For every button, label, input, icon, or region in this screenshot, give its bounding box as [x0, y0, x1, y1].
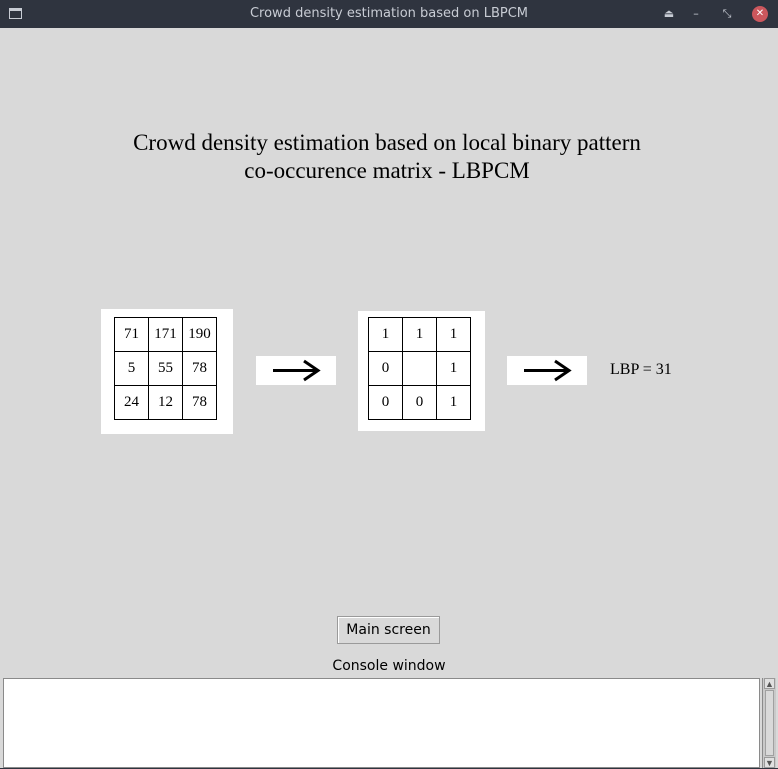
- grid-cell: 71: [114, 317, 149, 352]
- grid-cell: [402, 351, 437, 386]
- title-bar[interactable]: Crowd density estimation based on LBPCM …: [0, 0, 778, 28]
- grid-cell: 0: [368, 385, 403, 420]
- main-content: Crowd density estimation based on local …: [2, 28, 776, 768]
- input-pixel-grid: 71 171 190 5 55 78 24 12 78: [114, 317, 217, 420]
- console-textarea[interactable]: [3, 678, 760, 768]
- grid-cell: 55: [148, 351, 183, 386]
- right-arrow-icon: [273, 359, 321, 382]
- page-title-line-2: co-occurence matrix - LBPCM: [244, 158, 530, 183]
- grid-cell: 1: [402, 317, 437, 352]
- input-grid-panel: 71 171 190 5 55 78 24 12 78: [101, 309, 233, 434]
- binary-grid-panel: 1 1 1 0 1 0 0 1: [358, 311, 485, 431]
- scroll-down-icon[interactable]: ▼: [764, 757, 775, 768]
- grid-cell: 171: [148, 317, 183, 352]
- binary-pattern-grid: 1 1 1 0 1 0 0 1: [368, 317, 471, 420]
- lbp-result-label: LBP = 31: [610, 361, 672, 378]
- grid-cell: 1: [436, 351, 471, 386]
- page-title-line-1: Crowd density estimation based on local …: [133, 130, 641, 155]
- app-window: Crowd density estimation based on LBPCM …: [0, 0, 778, 768]
- scrollbar-thumb[interactable]: [765, 690, 774, 756]
- close-icon[interactable]: ✕: [752, 6, 768, 22]
- grid-cell: 12: [148, 385, 183, 420]
- arrow-panel-1: [256, 356, 336, 385]
- console-label: Console window: [332, 658, 446, 674]
- scroll-up-icon[interactable]: ▲: [764, 678, 775, 689]
- grid-cell: 1: [368, 317, 403, 352]
- grid-cell: 0: [402, 385, 437, 420]
- grid-cell: 78: [182, 385, 217, 420]
- grid-cell: 1: [436, 385, 471, 420]
- maximize-icon[interactable]: ⤡: [719, 6, 735, 22]
- grid-cell: 5: [114, 351, 149, 386]
- shade-icon[interactable]: ⏏: [661, 6, 677, 22]
- right-arrow-icon: [524, 359, 572, 382]
- minimize-icon[interactable]: –: [688, 6, 704, 22]
- main-screen-button[interactable]: Main screen: [337, 616, 440, 644]
- console-scrollbar[interactable]: ▲ ▼: [762, 678, 776, 768]
- arrow-panel-2: [507, 356, 587, 385]
- grid-cell: 0: [368, 351, 403, 386]
- grid-cell: 24: [114, 385, 149, 420]
- page-title: Crowd density estimation based on local …: [2, 129, 772, 185]
- grid-cell: 78: [182, 351, 217, 386]
- grid-cell: 190: [182, 317, 217, 352]
- grid-cell: 1: [436, 317, 471, 352]
